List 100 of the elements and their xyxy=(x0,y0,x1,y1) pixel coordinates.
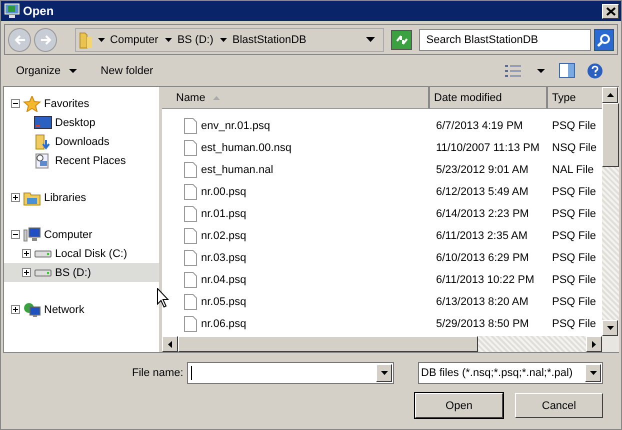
view-list-icon[interactable] xyxy=(505,64,521,78)
refresh-icon xyxy=(394,32,410,46)
table-cell: PSQ File xyxy=(552,208,596,220)
file-name[interactable]: nr.02.psq xyxy=(201,230,246,242)
file-icon xyxy=(184,250,197,266)
file-name[interactable]: est_human.nal xyxy=(201,164,274,176)
table-cell: 6/14/2013 2:23 PM xyxy=(436,208,529,220)
table-cell: 6/12/2013 5:49 AM xyxy=(436,186,528,198)
tree-item[interactable]: Favorites xyxy=(4,94,159,113)
search-button[interactable] xyxy=(594,28,614,50)
new-folder-button[interactable]: New folder xyxy=(94,60,160,80)
preview-pane-icon[interactable] xyxy=(559,63,575,78)
help-icon[interactable] xyxy=(587,62,603,78)
table-cell: PSQ File xyxy=(552,230,596,242)
vertical-scrollbar[interactable] xyxy=(602,87,619,352)
caret-icon[interactable] xyxy=(220,38,228,42)
dropdown-caret-icon[interactable] xyxy=(366,37,376,42)
expander-icon[interactable] xyxy=(22,249,31,258)
expander-icon[interactable] xyxy=(11,230,20,239)
tree-item[interactable]: Libraries xyxy=(4,188,159,207)
file-name[interactable]: nr.06.psq xyxy=(201,318,246,330)
file-name[interactable]: nr.05.psq xyxy=(201,296,246,308)
right-arrow-icon[interactable] xyxy=(592,340,596,348)
tree-item[interactable]: Downloads xyxy=(4,132,159,151)
breadcrumb[interactable]: BlastStationDB xyxy=(232,34,306,46)
file-icon xyxy=(184,316,197,332)
table-cell: 6/11/2013 10:22 PM xyxy=(436,274,534,286)
file-type-dropdown[interactable]: DB files (*.nsq;*.psq;*.nal;*.pal) xyxy=(418,362,603,384)
breadcrumb[interactable]: Computer xyxy=(110,34,158,46)
forward-button[interactable] xyxy=(34,28,58,52)
table-cell: PSQ File xyxy=(552,252,596,264)
libraries-icon xyxy=(23,190,41,206)
up-arrow-icon[interactable] xyxy=(606,93,614,97)
file-name[interactable]: env_nr.01.psq xyxy=(201,120,270,132)
table-cell: 5/23/2012 9:01 AM xyxy=(436,164,528,176)
table-cell: PSQ File xyxy=(552,186,596,198)
monitor-icon xyxy=(4,3,20,19)
close-icon xyxy=(606,6,616,16)
file-name[interactable]: nr.00.psq xyxy=(201,186,246,198)
file-name-field[interactable] xyxy=(187,362,394,384)
table-cell: 5/29/2013 8:50 PM xyxy=(436,318,529,330)
table-cell: 6/7/2013 4:19 PM xyxy=(436,120,523,132)
address-bar[interactable]: Computer BS (D:) BlastStationDB xyxy=(75,28,384,52)
tree-item[interactable]: Recent Places xyxy=(4,151,159,170)
window-title: Open xyxy=(23,4,55,18)
scroll-thumb[interactable] xyxy=(178,336,478,352)
forward-arrow-icon xyxy=(38,34,53,46)
table-cell: PSQ File xyxy=(552,120,596,132)
file-icon xyxy=(184,294,197,310)
organize-menu[interactable]: Organize xyxy=(10,60,83,80)
table-cell: NAL File xyxy=(552,164,594,176)
file-name[interactable]: nr.01.psq xyxy=(201,208,246,220)
breadcrumb[interactable]: BS (D:) xyxy=(177,34,214,46)
caret-icon[interactable] xyxy=(380,371,388,375)
sort-arrow-icon xyxy=(213,96,220,100)
search-field[interactable]: Search BlastStationDB xyxy=(419,28,591,50)
file-icon xyxy=(184,162,197,178)
caret-icon[interactable] xyxy=(98,38,106,42)
tree-item[interactable]: Computer xyxy=(4,225,159,244)
scroll-thumb[interactable] xyxy=(602,103,619,167)
caret-icon[interactable] xyxy=(165,38,172,42)
column-header[interactable]: Name xyxy=(162,87,430,109)
cancel-button[interactable]: Cancel xyxy=(515,393,603,418)
expander-icon[interactable] xyxy=(22,268,31,277)
tree-item[interactable]: Network xyxy=(4,300,159,319)
expander-icon[interactable] xyxy=(11,193,20,202)
folder-icon xyxy=(79,30,94,48)
table-cell: 6/10/2013 6:29 PM xyxy=(436,252,529,264)
desktop-icon xyxy=(34,114,52,130)
file-name[interactable]: est_human.00.nsq xyxy=(201,142,292,154)
back-arrow-icon xyxy=(12,34,26,46)
network-icon xyxy=(23,302,41,318)
tree-item[interactable]: Desktop xyxy=(4,113,159,132)
caret-icon[interactable] xyxy=(590,371,596,375)
table-cell: 6/13/2013 8:20 AM xyxy=(436,296,528,308)
table-cell: 6/11/2013 2:35 AM xyxy=(436,230,528,242)
open-button[interactable]: Open xyxy=(415,393,503,418)
computer-icon xyxy=(23,226,41,242)
expander-icon[interactable] xyxy=(11,305,20,314)
drive-icon xyxy=(34,268,52,276)
file-icon xyxy=(184,118,197,134)
horizontal-scrollbar[interactable] xyxy=(162,336,602,352)
caret-icon[interactable] xyxy=(537,68,545,72)
file-name-label: File name: xyxy=(132,367,184,379)
close-button[interactable] xyxy=(602,4,619,18)
tree-item[interactable]: BS (D:) xyxy=(4,263,159,282)
file-icon xyxy=(184,272,197,288)
file-name[interactable]: nr.03.psq xyxy=(201,252,246,264)
file-name[interactable]: nr.04.psq xyxy=(201,274,246,286)
tree-item[interactable]: Local Disk (C:) xyxy=(4,244,159,263)
table-cell: 11/10/2007 11:13 PM xyxy=(436,142,540,154)
refresh-button[interactable] xyxy=(391,30,412,50)
down-arrow-icon[interactable] xyxy=(606,326,614,330)
left-arrow-icon[interactable] xyxy=(168,340,172,348)
drive-icon xyxy=(34,250,52,258)
expander-icon[interactable] xyxy=(11,99,20,108)
column-header[interactable]: Date modified xyxy=(430,87,548,109)
back-button[interactable] xyxy=(8,28,32,52)
file-icon xyxy=(184,228,197,244)
search-icon xyxy=(596,32,611,46)
